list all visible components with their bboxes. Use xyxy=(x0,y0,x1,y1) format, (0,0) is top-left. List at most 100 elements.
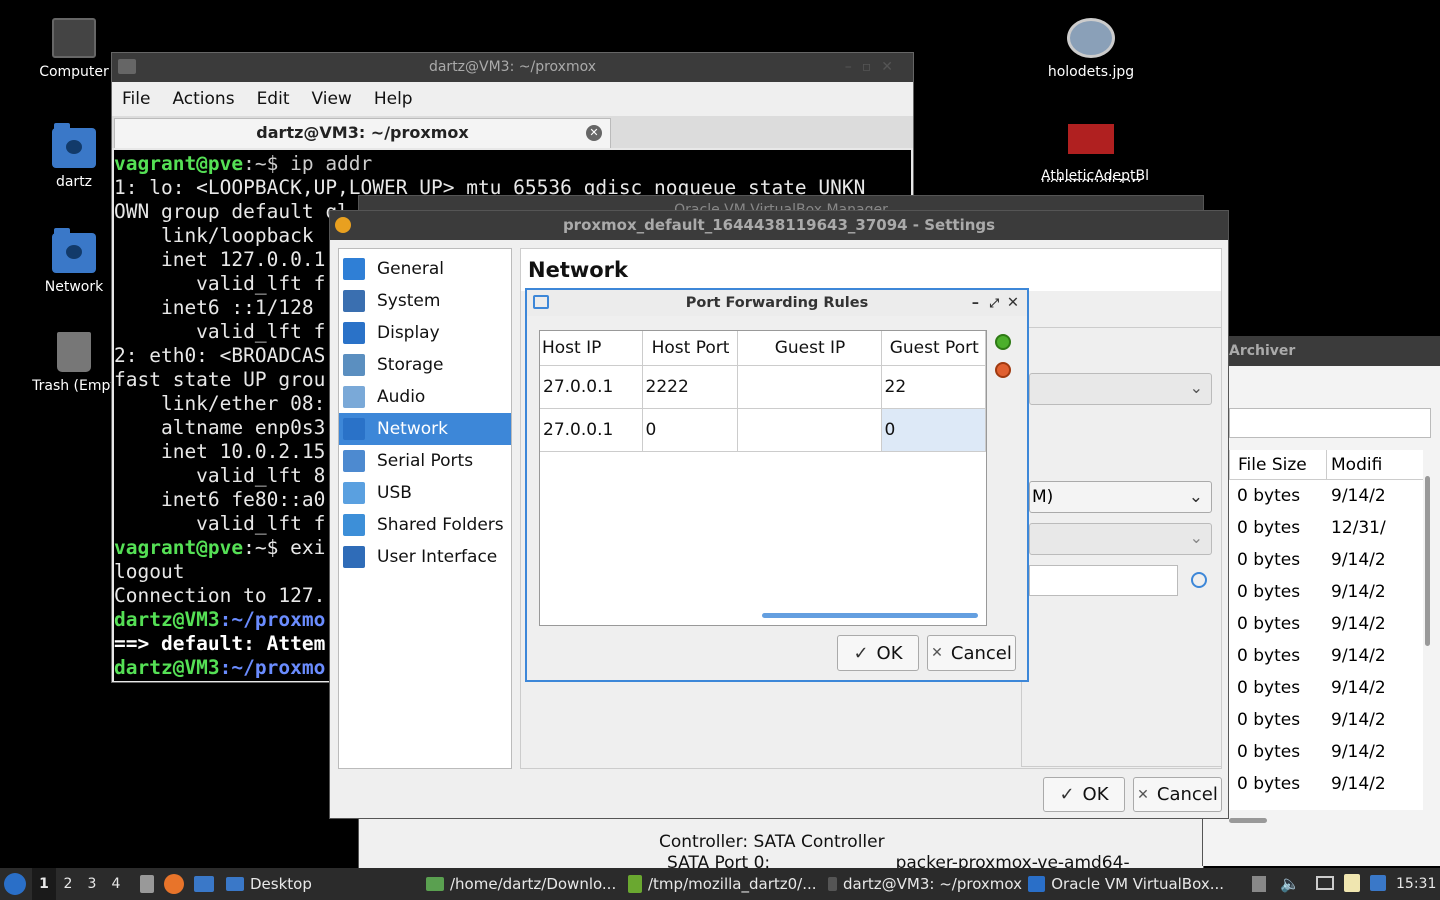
archiver-title[interactable]: Archiver xyxy=(1203,336,1440,366)
cell-host-ip[interactable]: 27.0.0.1 xyxy=(540,408,643,452)
firefox-launcher-icon[interactable] xyxy=(164,874,184,894)
volume-icon[interactable]: 🔈 xyxy=(1280,874,1300,893)
pfr-cancel-button[interactable]: ✕ Cancel xyxy=(927,635,1016,671)
category-usb[interactable]: USB xyxy=(339,477,511,509)
column-host-ip[interactable]: Host IP xyxy=(540,331,643,366)
list-item[interactable]: 0 bytes 9/14/2 xyxy=(1229,640,1423,672)
display-icon xyxy=(343,322,365,344)
archiver-hscrollbar[interactable] xyxy=(1229,818,1267,823)
start-menu-icon[interactable] xyxy=(4,873,26,895)
desktop-icon-home-folder[interactable]: dartz xyxy=(24,123,124,190)
cell-guest-ip[interactable] xyxy=(737,365,882,409)
menu-help[interactable]: Help xyxy=(374,89,413,109)
desktop-icon-athletic[interactable]: AthleticAdeptBl uetonguelizard- xyxy=(1041,124,1149,184)
category-shared-folders[interactable]: Shared Folders xyxy=(339,509,511,541)
clipboard-icon[interactable] xyxy=(1344,874,1360,892)
menu-actions[interactable]: Actions xyxy=(172,89,234,109)
workspace-4[interactable]: 4 xyxy=(104,868,128,900)
archiver-file-list: File Size Modifi 0 bytes 9/14/2 0 bytes 12/… xyxy=(1229,450,1423,810)
desktop-icon-network[interactable]: Network xyxy=(24,228,124,295)
category-user-interface[interactable]: User Interface xyxy=(339,541,511,573)
archiver-location-field[interactable] xyxy=(1229,408,1431,438)
file-size-cell: 0 bytes xyxy=(1237,678,1301,698)
category-audio[interactable]: Audio xyxy=(339,381,511,413)
taskbar-item-desktop[interactable]: Desktop xyxy=(226,868,416,900)
cell-host-port[interactable]: 0 xyxy=(642,408,738,452)
category-system[interactable]: System xyxy=(339,285,511,317)
close-tab-icon[interactable]: ✕ xyxy=(586,125,602,141)
file-manager-launcher-icon[interactable] xyxy=(140,875,154,893)
window-controls[interactable]: –▫✕ xyxy=(845,53,903,82)
column-guest-port[interactable]: Guest Port xyxy=(881,331,986,366)
chevron-down-icon: ⌄ xyxy=(1189,528,1203,547)
list-item[interactable]: 0 bytes 9/14/2 xyxy=(1229,704,1423,736)
workspace-3[interactable]: 3 xyxy=(80,868,104,900)
list-item[interactable]: 0 bytes 9/14/2 xyxy=(1229,544,1423,576)
menu-edit[interactable]: Edit xyxy=(257,89,290,109)
pfr-ok-button[interactable]: ✓ OK xyxy=(837,635,919,671)
cell-host-port[interactable]: 2222 xyxy=(642,365,738,409)
list-item[interactable]: 0 bytes 9/14/2 xyxy=(1229,608,1423,640)
terminal-menubar: File Actions Edit View Help xyxy=(112,82,913,116)
workspace-2[interactable]: 2 xyxy=(56,868,80,900)
column-host-port[interactable]: Host Port xyxy=(642,331,738,366)
column-guest-ip[interactable]: Guest IP xyxy=(737,331,882,366)
cell-guest-ip[interactable] xyxy=(737,408,882,452)
adapter-type-combo[interactable]: M) ⌄ xyxy=(1029,481,1212,513)
menu-view[interactable]: View xyxy=(311,89,351,109)
category-serial-ports[interactable]: Serial Ports xyxy=(339,445,511,477)
desktop-icon-computer[interactable]: Computer xyxy=(24,18,124,80)
mac-address-field[interactable] xyxy=(1029,565,1178,596)
category-network[interactable]: Network xyxy=(339,413,511,445)
file-size-cell: 0 bytes xyxy=(1237,742,1301,762)
list-item[interactable]: 0 bytes 9/14/2 xyxy=(1229,736,1423,768)
settings-cancel-button[interactable]: ✕ Cancel xyxy=(1133,777,1222,812)
category-general[interactable]: General xyxy=(339,253,511,285)
table-row[interactable]: 27.0.0.1 0 0 xyxy=(540,408,986,452)
settings-ok-button[interactable]: ✓ OK xyxy=(1043,777,1125,812)
taskbar-item-image-viewer[interactable]: /home/dartz/Downlo... xyxy=(426,868,618,900)
close-icon[interactable]: ✕ xyxy=(1007,290,1019,316)
desktop-icon-label: Computer xyxy=(39,64,109,80)
pfr-titlebar[interactable]: Port Forwarding Rules – ⤢ ✕ xyxy=(527,290,1027,316)
tray-removable-icon[interactable] xyxy=(1252,876,1266,892)
list-item[interactable]: 0 bytes 9/14/2 xyxy=(1229,576,1423,608)
file-size-cell: 0 bytes xyxy=(1237,646,1301,666)
archiver-scrollbar[interactable] xyxy=(1425,476,1430,646)
table-hscrollbar[interactable] xyxy=(762,613,978,618)
settings-titlebar[interactable]: proxmox_default_1644438119643_37094 - Se… xyxy=(330,211,1228,240)
cell-guest-port[interactable]: 0 xyxy=(881,408,986,452)
column-file-size[interactable]: File Size xyxy=(1229,450,1327,479)
taskbar-item-terminal[interactable]: dartz@VM3: ~/proxmox xyxy=(828,868,1022,900)
list-item[interactable]: 0 bytes 9/14/2 xyxy=(1229,768,1423,800)
cell-guest-port[interactable]: 22 xyxy=(881,365,986,409)
terminal-tab[interactable]: dartz@VM3: ~/proxmox ✕ xyxy=(114,118,611,148)
taskbar-item-virtualbox[interactable]: Oracle VM VirtualBox... xyxy=(1028,868,1224,900)
desktop-icon-holodets[interactable]: holodets.jpg xyxy=(1041,18,1141,80)
column-modified[interactable]: Modifi xyxy=(1327,450,1382,479)
clock[interactable]: 15:31 xyxy=(1396,868,1436,900)
category-storage[interactable]: Storage xyxy=(339,349,511,381)
taskbar-item-archiver[interactable]: /tmp/mozilla_dartz0/... xyxy=(628,868,820,900)
remove-rule-icon[interactable] xyxy=(995,362,1011,378)
workspace-1[interactable]: 1 xyxy=(32,868,56,900)
promisc-combo[interactable]: ⌄ xyxy=(1029,523,1212,555)
updates-icon[interactable] xyxy=(1370,875,1386,891)
category-display[interactable]: Display xyxy=(339,317,511,349)
terminal-tab-label: dartz@VM3: ~/proxmox xyxy=(256,123,469,142)
add-rule-icon[interactable] xyxy=(995,334,1011,350)
menu-file[interactable]: File xyxy=(122,89,150,109)
list-item[interactable]: 0 bytes 9/14/2 xyxy=(1229,672,1423,704)
terminal-titlebar[interactable]: dartz@VM3: ~/proxmox –▫✕ xyxy=(112,53,913,82)
table-row[interactable]: 27.0.0.1 2222 22 xyxy=(540,365,986,409)
show-desktop-icon[interactable] xyxy=(194,876,214,892)
list-item[interactable]: 0 bytes 12/31/ xyxy=(1229,512,1423,544)
list-item[interactable]: 0 bytes 9/14/2 xyxy=(1229,480,1423,512)
cell-host-ip[interactable]: 27.0.0.1 xyxy=(540,365,643,409)
desktop-icon-trash[interactable]: Trash (Empt xyxy=(24,332,124,394)
minimize-icon[interactable]: – xyxy=(972,290,979,316)
maximize-icon[interactable]: ⤢ xyxy=(989,290,999,316)
attached-to-combo[interactable]: ⌄ xyxy=(1029,373,1212,405)
refresh-mac-icon[interactable] xyxy=(1191,572,1207,588)
network-tray-icon[interactable] xyxy=(1316,876,1334,890)
